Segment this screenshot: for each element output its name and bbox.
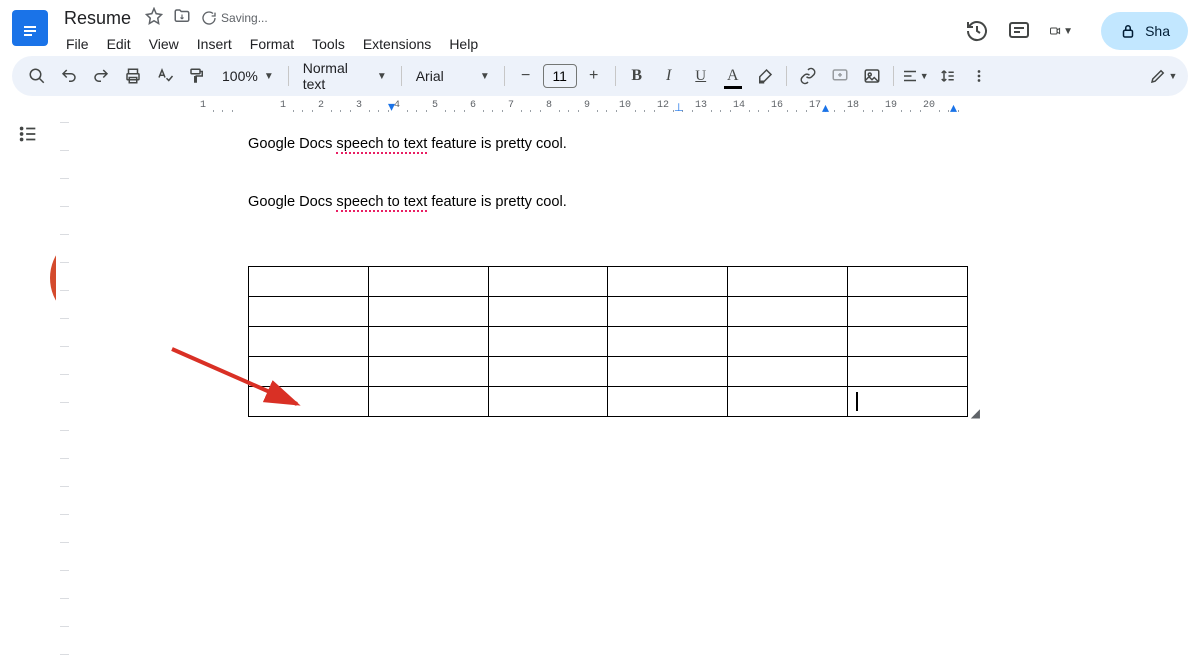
menu-format[interactable]: Format <box>242 32 302 56</box>
doc-paragraph-2[interactable]: Google Docs speech to text feature is pr… <box>248 194 1046 210</box>
menu-bar: File Edit View Insert Format Tools Exten… <box>58 32 965 56</box>
add-comment-icon[interactable] <box>825 61 855 91</box>
spellcheck-icon[interactable] <box>150 61 180 91</box>
menu-view[interactable]: View <box>141 32 187 56</box>
move-folder-icon[interactable] <box>173 7 191 30</box>
lock-icon <box>1119 22 1137 40</box>
ruler-number: 2 <box>318 100 324 111</box>
ruler-number: 9 <box>584 100 590 111</box>
menu-insert[interactable]: Insert <box>189 32 240 56</box>
document-title[interactable]: Resume <box>58 6 137 31</box>
ruler-number: 12 <box>657 100 669 111</box>
vertical-ruler[interactable] <box>56 112 72 518</box>
align-button[interactable]: ▼ <box>900 61 930 91</box>
ruler-number: 5 <box>432 100 438 111</box>
document-table[interactable] <box>248 266 968 417</box>
more-button[interactable] <box>964 61 994 91</box>
share-button[interactable]: Sha <box>1101 12 1188 50</box>
doc-paragraph-1[interactable]: Google Docs speech to text feature is pr… <box>248 136 1046 152</box>
font-size-input[interactable]: 11 <box>543 64 577 88</box>
menu-extensions[interactable]: Extensions <box>355 32 439 56</box>
editing-mode-button[interactable]: ▼ <box>1148 61 1178 91</box>
left-gutter <box>0 112 56 518</box>
print-icon[interactable] <box>118 61 148 91</box>
table-row <box>249 267 968 297</box>
menu-edit[interactable]: Edit <box>99 32 139 56</box>
spelling-underline[interactable]: speech to text <box>336 194 427 212</box>
page-canvas[interactable]: Google Docs speech to text feature is pr… <box>72 112 1200 518</box>
main-area: Google Docs speech to text feature is pr… <box>0 112 1200 518</box>
search-menus-icon[interactable] <box>22 61 52 91</box>
star-icon[interactable] <box>145 7 163 30</box>
style-select[interactable]: Normal text▼ <box>295 60 395 92</box>
table-row <box>249 357 968 387</box>
outline-toggle-icon[interactable] <box>10 116 46 152</box>
table-row <box>249 297 968 327</box>
underline-button[interactable]: U <box>686 61 716 91</box>
ruler-number: 1 <box>280 100 286 111</box>
header-actions: ▼ Sha <box>965 6 1188 50</box>
bold-button[interactable]: B <box>622 61 652 91</box>
insert-image-icon[interactable] <box>857 61 887 91</box>
toolbar-container: 100%▼ Normal text▼ Arial▼ − 11 + B I U A… <box>0 56 1200 96</box>
ruler-number: 16 <box>771 100 783 111</box>
ruler-number: 7 <box>508 100 514 111</box>
ruler-number: 10 <box>619 100 631 111</box>
table-resize-handle[interactable]: ◢ <box>971 406 980 420</box>
docs-logo[interactable] <box>12 10 48 46</box>
ruler-number: 1 <box>200 100 206 111</box>
ruler-number: 8 <box>546 100 552 111</box>
comments-icon[interactable] <box>1007 19 1031 43</box>
spelling-underline[interactable]: speech to text <box>336 136 427 154</box>
italic-button[interactable]: I <box>654 61 684 91</box>
menu-file[interactable]: File <box>58 32 97 56</box>
video-call-button[interactable]: ▼ <box>1049 19 1073 43</box>
text-color-button[interactable]: A <box>718 61 748 91</box>
menu-tools[interactable]: Tools <box>304 32 353 56</box>
highlight-button[interactable] <box>750 61 780 91</box>
ruler-number: 13 <box>695 100 707 111</box>
toolbar: 100%▼ Normal text▼ Arial▼ − 11 + B I U A… <box>12 56 1188 96</box>
table-row <box>249 327 968 357</box>
docs-logo-icon <box>20 15 40 41</box>
title-area: Resume Saving... File Edit View Insert F… <box>58 6 965 56</box>
text-cursor <box>856 392 858 411</box>
insert-link-icon[interactable] <box>793 61 823 91</box>
menu-help[interactable]: Help <box>441 32 486 56</box>
line-spacing-button[interactable] <box>932 61 962 91</box>
ruler-number: 3 <box>356 100 362 111</box>
app-header: Resume Saving... File Edit View Insert F… <box>0 0 1200 56</box>
paint-format-icon[interactable] <box>182 61 212 91</box>
increase-font-icon[interactable]: + <box>579 61 609 91</box>
table-cell-cursor[interactable] <box>848 387 968 417</box>
redo-icon[interactable] <box>86 61 116 91</box>
history-icon[interactable] <box>965 19 989 43</box>
ruler-number: 14 <box>733 100 745 111</box>
ruler-number: 6 <box>470 100 476 111</box>
decrease-font-icon[interactable]: − <box>511 61 541 91</box>
ruler-number: 19 <box>885 100 897 111</box>
saving-status: Saving... <box>201 10 268 26</box>
zoom-select[interactable]: 100%▼ <box>214 68 282 84</box>
ruler-number: 20 <box>923 100 935 111</box>
undo-icon[interactable] <box>54 61 84 91</box>
ruler-number: 18 <box>847 100 859 111</box>
ruler-number: 17 <box>809 100 821 111</box>
table-row <box>249 387 968 417</box>
font-select[interactable]: Arial▼ <box>408 68 498 84</box>
document-page: Google Docs speech to text feature is pr… <box>246 112 1046 422</box>
saving-icon <box>201 10 217 26</box>
